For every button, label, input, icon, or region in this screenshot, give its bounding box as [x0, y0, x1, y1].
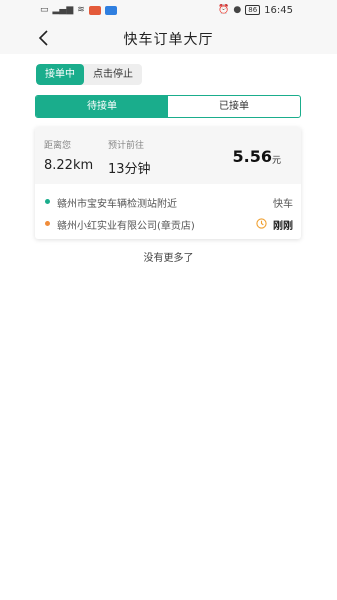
status-time: 16:45: [264, 4, 293, 16]
signal-icon: ▂▄▆: [52, 5, 74, 15]
pickup-dot-icon: [45, 199, 50, 204]
price-unit: 元: [271, 156, 281, 166]
order-price: 5.56: [232, 147, 272, 166]
location-icon: ●: [233, 5, 242, 15]
distance-label: 距离您: [44, 141, 72, 151]
accepting-status-button[interactable]: 接单中: [36, 64, 84, 85]
alarm-icon: ⏰: [218, 5, 230, 15]
pickup-row: 赣州市宝安车辆检测站附近 快车: [45, 195, 293, 210]
battery-icon: 86: [245, 5, 261, 15]
accepting-toggle[interactable]: 接单中 点击停止: [36, 64, 142, 85]
dropoff-address: 赣州小红实业有限公司(章贡店): [57, 221, 195, 232]
order-tabs: 待接单 已接单: [35, 95, 301, 118]
wifi-icon: ≋: [77, 5, 85, 15]
no-more-text: 没有更多了: [143, 253, 194, 264]
tab-pending[interactable]: 待接单: [36, 96, 168, 117]
distance-value: 8.22km: [44, 158, 94, 173]
sim-icon: ▭: [40, 5, 49, 15]
page-title: 快车订单大厅: [123, 32, 214, 48]
dropoff-dot-icon: [45, 221, 50, 226]
app-notification-icon: [88, 5, 101, 15]
order-card-summary: 距离您 8.22km 预计前往 13分钟 5.56 元: [35, 127, 301, 184]
order-card[interactable]: 距离您 8.22km 预计前往 13分钟 5.56 元 赣州市宝安车辆检测站附近…: [35, 127, 301, 239]
dropoff-row: 赣州小红实业有限公司(章贡店) 刚刚: [45, 217, 293, 232]
app-notification-icon: [104, 5, 117, 15]
tab-accepted[interactable]: 已接单: [168, 96, 300, 117]
eta-value: 13分钟: [108, 162, 151, 177]
stop-accepting-button[interactable]: 点击停止: [84, 64, 142, 85]
order-time-tag: 刚刚: [273, 221, 293, 232]
eta-label: 预计前往: [108, 141, 145, 151]
status-bar: ▭ ▂▄▆ ≋ ⏰ ● 86 16:45: [0, 0, 337, 22]
clock-icon: [256, 218, 267, 229]
nav-bar: 快车订单大厅: [0, 22, 337, 54]
service-type: 快车: [273, 199, 293, 210]
status-left-icons: ▭ ▂▄▆ ≋: [40, 4, 117, 16]
pickup-address: 赣州市宝安车辆检测站附近: [57, 199, 177, 210]
status-right-icons: ⏰ ● 86 16:45: [218, 4, 293, 16]
